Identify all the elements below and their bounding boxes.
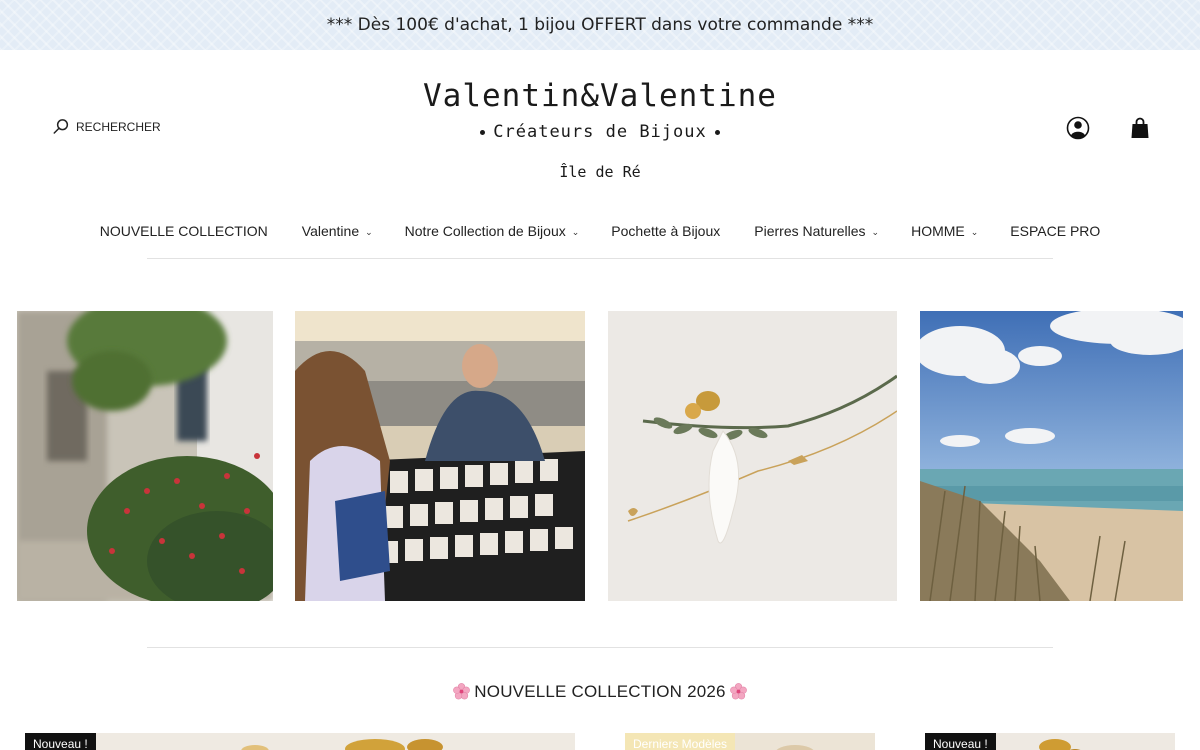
brand-tagline: Créateurs de Bijoux	[493, 122, 707, 142]
product-badge: Nouveau !	[925, 733, 996, 750]
cart-icon	[1131, 117, 1149, 138]
bullet-icon	[714, 129, 720, 135]
header-actions	[1066, 116, 1152, 140]
product-card[interactable]: Nouveau !	[925, 733, 1175, 750]
site-logo[interactable]: Valentin&Valentine Créateurs de Bijoux Î…	[0, 76, 1200, 182]
section-divider	[147, 647, 1053, 648]
chevron-down-icon: ⌄	[571, 226, 580, 237]
nav-label: NOUVELLE COLLECTION	[99, 223, 268, 239]
gallery-photo-street[interactable]	[17, 311, 273, 601]
nav-label: Pochette à Bijoux	[611, 223, 721, 239]
announcement-bar: *** Dès 100€ d'achat, 1 bijou OFFERT dan…	[0, 0, 1200, 50]
brand-tagline-row: Créateurs de Bijoux	[0, 120, 1200, 144]
cart-button[interactable]	[1128, 116, 1152, 140]
market-stall-image	[295, 311, 585, 601]
brand-name: Valentin&Valentine	[423, 78, 777, 114]
nav-item-homme[interactable]: HOMME ⌄	[895, 223, 994, 239]
collection-heading: NOUVELLE COLLECTION 2026	[0, 682, 1200, 702]
cherry-blossom-icon	[729, 683, 747, 700]
necklace-image	[608, 311, 897, 601]
collection-title-text: NOUVELLE COLLECTION 2026	[474, 682, 726, 701]
cherry-blossom-icon	[453, 683, 471, 700]
account-button[interactable]	[1066, 116, 1090, 140]
street-flowers-image	[17, 311, 273, 601]
chevron-down-icon: ⌄	[365, 226, 373, 237]
gallery-photo-market[interactable]	[295, 311, 585, 601]
nav-item-espace-pro[interactable]: ESPACE PRO	[994, 223, 1116, 239]
announcement-text: *** Dès 100€ d'achat, 1 bijou OFFERT dan…	[326, 15, 874, 35]
nav-label: ESPACE PRO	[1010, 223, 1101, 239]
main-nav: NOUVELLE COLLECTION Valentine ⌄ Notre Co…	[0, 216, 1200, 246]
chevron-down-icon: ⌄	[970, 226, 979, 237]
product-card[interactable]: Nouveau !	[25, 733, 575, 750]
chevron-down-icon: ⌄	[871, 226, 880, 237]
nav-label: HOMME	[911, 223, 965, 239]
product-badge: Derniers Modèles	[625, 733, 736, 750]
product-image	[25, 733, 575, 750]
brand-location: Île de Ré	[559, 163, 641, 181]
product-badge: Nouveau !	[25, 733, 96, 750]
nav-item-valentine[interactable]: Valentine ⌄	[286, 223, 389, 239]
beach-dunes-image	[920, 311, 1183, 601]
nav-item-pochette[interactable]: Pochette à Bijoux	[595, 223, 736, 239]
nav-label: Valentine	[301, 223, 360, 239]
gallery-photo-beach[interactable]	[920, 311, 1183, 601]
nav-item-notre-collection[interactable]: Notre Collection de Bijoux ⌄	[389, 223, 596, 239]
nav-label: Notre Collection de Bijoux	[404, 223, 566, 239]
bullet-icon	[480, 129, 486, 135]
nav-label: Pierres Naturelles	[754, 223, 866, 239]
account-icon	[1066, 116, 1090, 140]
nav-item-pierres-naturelles[interactable]: Pierres Naturelles ⌄	[738, 223, 895, 239]
product-card[interactable]: Derniers Modèles	[625, 733, 875, 750]
nav-item-nouvelle-collection[interactable]: NOUVELLE COLLECTION	[84, 223, 284, 239]
nav-divider	[147, 258, 1053, 259]
gallery-photo-jewellery[interactable]	[608, 311, 897, 601]
